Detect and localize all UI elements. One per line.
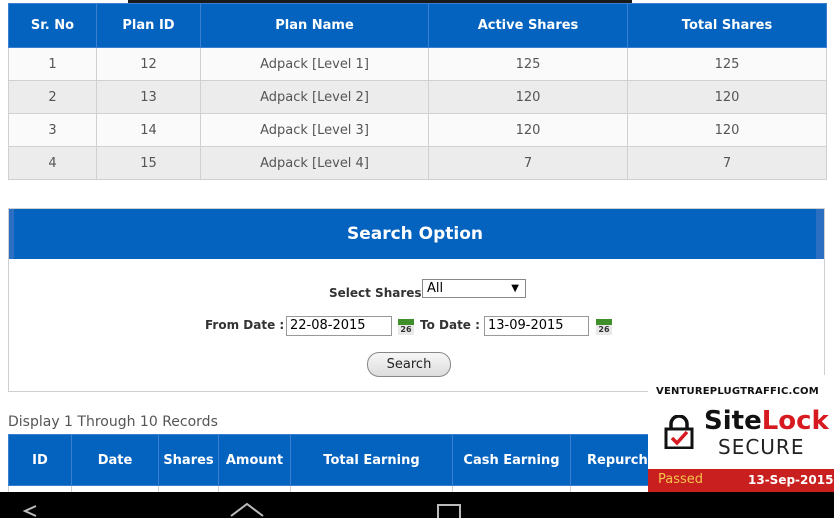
shares-select-value: All xyxy=(427,281,444,296)
cell-sr-no: 4 xyxy=(8,146,97,180)
cell-plan-name: Adpack [Level 1] xyxy=(200,47,429,81)
col-plan-id[interactable]: Plan ID xyxy=(96,3,201,48)
col-shares[interactable]: Shares xyxy=(158,434,219,486)
shares-select[interactable]: All ▼ xyxy=(422,279,526,298)
cell-total-shares: 120 xyxy=(627,113,827,147)
to-date-input[interactable]: 13-09-2015 xyxy=(484,316,589,336)
cell-plan-id: 13 xyxy=(96,80,201,114)
cell-active-shares: 120 xyxy=(428,113,628,147)
android-nav-bar xyxy=(0,492,834,518)
from-date-input[interactable]: 22-08-2015 xyxy=(286,316,392,336)
cell-plan-name: Adpack [Level 2] xyxy=(200,80,429,114)
col-total-shares[interactable]: Total Shares xyxy=(627,3,827,48)
from-date-label: From Date : xyxy=(205,318,285,332)
search-panel-title: Search Option xyxy=(9,209,824,259)
to-date-label: To Date : xyxy=(420,318,480,332)
table-row: 4 15 Adpack [Level 4] 7 7 xyxy=(8,146,827,180)
col-cash-earning[interactable]: Cash Earning xyxy=(452,434,571,486)
records-count-text: Display 1 Through 10 Records xyxy=(8,414,218,430)
cell-plan-id: 15 xyxy=(96,146,201,180)
sitelock-domain: VENTUREPLUGTRAFFIC.COM xyxy=(656,386,819,397)
search-button[interactable]: Search xyxy=(367,352,451,377)
sitelock-status: Passed xyxy=(658,472,704,487)
cell-sr-no: 3 xyxy=(8,113,97,147)
table-row: 3 14 Adpack [Level 3] 120 120 xyxy=(8,113,827,147)
cell-plan-id: 12 xyxy=(96,47,201,81)
col-plan-name[interactable]: Plan Name xyxy=(200,3,429,48)
col-sr-no[interactable]: Sr. No xyxy=(8,3,97,48)
nav-home-icon[interactable] xyxy=(228,500,266,518)
cell-active-shares: 125 xyxy=(428,47,628,81)
sitelock-brand: SiteLock xyxy=(704,406,829,436)
cell-active-shares: 120 xyxy=(428,80,628,114)
shares-table: Sr. No Plan ID Plan Name Active Shares T… xyxy=(8,3,827,180)
cell-plan-name: Adpack [Level 4] xyxy=(200,146,429,180)
table-row: 1 12 Adpack [Level 1] 125 125 xyxy=(8,47,827,81)
cell-sr-no: 2 xyxy=(8,80,97,114)
calendar-icon[interactable]: 26 xyxy=(596,319,612,335)
cell-plan-name: Adpack [Level 3] xyxy=(200,113,429,147)
table-row: 2 13 Adpack [Level 2] 120 120 xyxy=(8,80,827,114)
cell-active-shares: 7 xyxy=(428,146,628,180)
calendar-icon[interactable]: 26 xyxy=(398,319,414,335)
dropdown-arrow-icon: ▼ xyxy=(511,283,519,294)
col-amount[interactable]: Amount xyxy=(218,434,291,486)
cell-plan-id: 14 xyxy=(96,113,201,147)
shares-header-row: Sr. No Plan ID Plan Name Active Shares T… xyxy=(8,3,827,48)
cell-total-shares: 120 xyxy=(627,80,827,114)
cell-sr-no: 1 xyxy=(8,47,97,81)
cell-total-shares: 125 xyxy=(627,47,827,81)
col-date[interactable]: Date xyxy=(71,434,159,486)
col-total-earning[interactable]: Total Earning xyxy=(290,434,453,486)
nav-back-icon[interactable] xyxy=(22,504,38,518)
lock-icon xyxy=(664,415,694,449)
select-shares-label: Select Shares xyxy=(329,286,422,300)
sitelock-secure: SECURE xyxy=(718,435,805,459)
sitelock-date: 13-Sep-2015 xyxy=(748,473,834,487)
sitelock-badge[interactable]: VENTUREPLUGTRAFFIC.COM SiteLock SECURE P… xyxy=(648,375,834,492)
nav-recent-icon[interactable] xyxy=(436,502,462,518)
col-active-shares[interactable]: Active Shares xyxy=(428,3,628,48)
col-id[interactable]: ID xyxy=(8,434,72,486)
cell-total-shares: 7 xyxy=(627,146,827,180)
